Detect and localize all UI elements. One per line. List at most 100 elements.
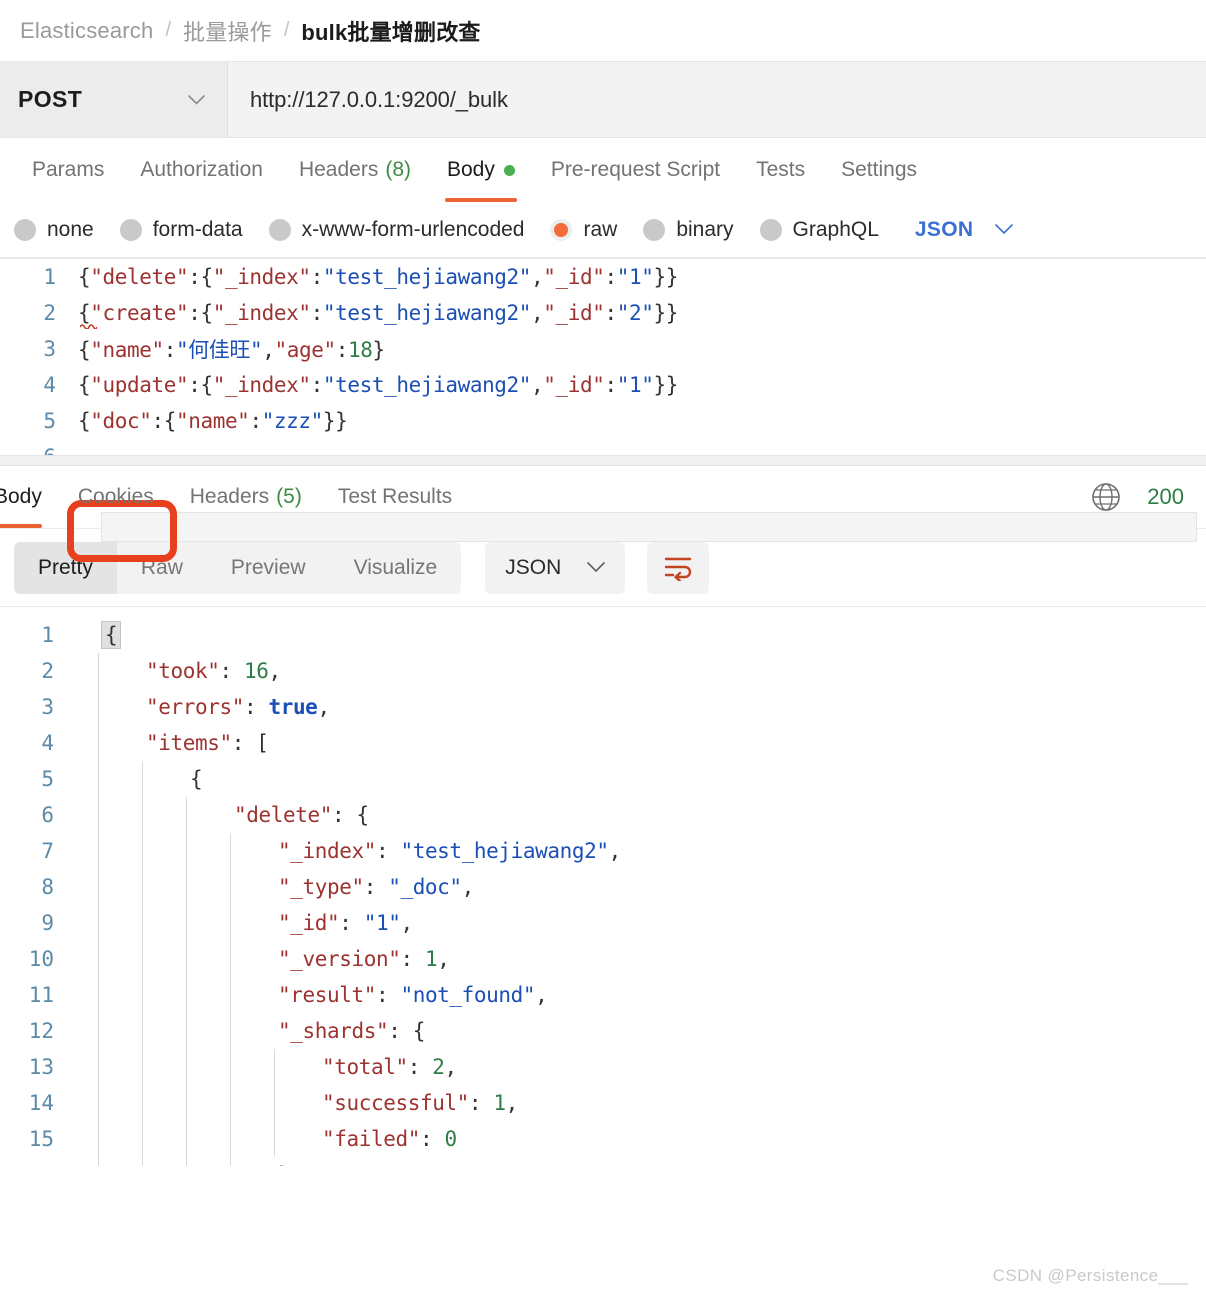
view-mode-pretty[interactable]: Pretty — [14, 541, 117, 594]
radio-binary-icon[interactable] — [643, 218, 666, 241]
code-token: : — [310, 373, 324, 397]
radio-form-data-icon[interactable] — [119, 218, 142, 241]
radio-urlencoded-icon[interactable] — [268, 218, 291, 241]
indent-guide — [142, 1157, 143, 1166]
line-number: 12 — [28, 1019, 54, 1043]
view-mode-preview[interactable]: Preview — [207, 542, 330, 594]
response-body-editor[interactable]: 1{2 "took": 16, 3 "errors": true, 4 "items": … — [0, 606, 1206, 1166]
http-method-selector[interactable]: POST — [0, 62, 228, 137]
response-code-line[interactable]: 2 "took": 16, — [0, 653, 1206, 689]
response-code-line[interactable]: 1{ — [0, 617, 1206, 653]
response-code-line[interactable]: 11 "result": "not_found", — [0, 977, 1206, 1013]
request-code-line[interactable]: 4 {"update":{"_index":"test_hejiawang2","… — [0, 367, 1206, 403]
response-code-line[interactable]: 13 "total": 2, — [0, 1049, 1206, 1085]
request-code-line[interactable]: 2 {"create":{"_index":"test_hejiawang2","… — [0, 295, 1206, 331]
code-token: { — [163, 409, 177, 433]
code-token: "_index" — [212, 301, 311, 325]
indent-guide — [186, 1121, 187, 1157]
breadcrumb-item-elasticsearch[interactable]: Elasticsearch — [20, 18, 153, 44]
response-tab-cookies[interactable]: Cookies — [60, 466, 172, 528]
response-tab-body[interactable]: Body — [0, 466, 60, 528]
breadcrumb-item-current: bulk批量增删改查 — [301, 19, 481, 45]
code-token: : — [604, 373, 618, 397]
code-token: , — [400, 911, 413, 935]
response-view-mode-group: Pretty Raw Preview Visualize — [14, 541, 462, 594]
indent-guide — [274, 1049, 275, 1085]
body-type-raw[interactable]: raw — [550, 218, 617, 242]
response-code-line[interactable]: 14 "successful": 1, — [0, 1085, 1206, 1121]
body-type-none[interactable]: none — [14, 218, 94, 242]
radio-raw-icon[interactable] — [550, 218, 573, 241]
code-text: "result": "not_found", — [278, 983, 548, 1007]
tab-pre-request-script[interactable]: Pre-request Script — [533, 138, 738, 202]
request-body-editor[interactable]: 1 {"delete":{"_index":"test_hejiawang2","… — [0, 258, 1206, 455]
request-format-selector[interactable]: JSON — [915, 218, 1014, 242]
url-input[interactable]: http://127.0.0.1:9200/_bulk — [228, 62, 1206, 137]
indent-guide — [274, 1085, 275, 1121]
tab-settings[interactable]: Settings — [823, 138, 935, 202]
indent-guide — [186, 1049, 187, 1085]
code-token: : — [400, 947, 425, 971]
response-code-line[interactable]: 9 "_id": "1", — [0, 905, 1206, 941]
code-token: "何佳旺" — [175, 338, 263, 362]
indent-guide — [230, 1013, 231, 1049]
line-number: 1 — [41, 623, 54, 647]
response-code-line[interactable]: 7 "_index": "test_hejiawang2", — [0, 833, 1206, 869]
response-code-line[interactable]: 12 "_shards": { — [0, 1013, 1206, 1049]
response-format-selector[interactable]: JSON — [485, 541, 626, 594]
code-token: }} — [653, 301, 679, 325]
response-code-line[interactable]: 16}, — [0, 1157, 1206, 1166]
response-code-line[interactable]: 15 "failed": 0 — [0, 1121, 1206, 1157]
code-token: "name" — [90, 338, 164, 362]
code-token: "1" — [363, 911, 401, 935]
body-type-urlencoded[interactable]: x-www-form-urlencoded — [268, 218, 524, 242]
tab-params[interactable]: Params — [14, 138, 122, 202]
indent-guide — [142, 1085, 143, 1121]
radio-none-icon[interactable] — [14, 218, 36, 241]
code-token: }} — [322, 409, 348, 433]
tab-authorization[interactable]: Authorization — [122, 138, 281, 202]
code-token: : — [163, 338, 177, 362]
code-token: "_shards" — [278, 1019, 389, 1043]
request-code-line[interactable]: 1 {"delete":{"_index":"test_hejiawang2","… — [0, 259, 1206, 295]
request-code-line[interactable]: 5 {"doc":{"name":"zzz"}} — [0, 403, 1206, 439]
request-code-line[interactable]: 6 — [0, 439, 1206, 455]
response-code-line[interactable]: 5{ — [0, 761, 1206, 797]
response-code-line[interactable]: 6 "delete": { — [0, 797, 1206, 833]
indent-guide — [98, 1049, 99, 1085]
breadcrumb-separator: / — [165, 19, 171, 41]
code-token: : — [604, 265, 618, 289]
breadcrumb-item-bulk-ops[interactable]: 批量操作 — [183, 15, 272, 47]
response-tab-headers[interactable]: Headers (5) — [172, 466, 320, 528]
response-code-line[interactable]: 4 "items": [ — [0, 725, 1206, 761]
radio-graphql-icon[interactable] — [759, 218, 782, 241]
request-url-bar: POST http://127.0.0.1:9200/_bulk — [0, 62, 1206, 138]
body-type-graphql[interactable]: GraphQL — [759, 218, 879, 242]
code-token: 18 — [347, 338, 373, 362]
tab-body[interactable]: Body — [429, 138, 533, 202]
tab-tests[interactable]: Tests — [738, 138, 823, 202]
wrap-lines-button[interactable] — [647, 541, 710, 594]
body-type-binary[interactable]: binary — [643, 218, 734, 242]
tab-headers[interactable]: Headers (8) — [281, 138, 429, 202]
code-text: "took": 16, — [146, 659, 281, 683]
response-code-line[interactable]: 8 "_type": "_doc", — [0, 869, 1206, 905]
line-number: 4 — [41, 731, 54, 755]
body-type-form-data[interactable]: form-data — [119, 218, 243, 242]
code-token: "failed" — [322, 1127, 420, 1151]
response-code-line[interactable]: 3 "errors": true, — [0, 689, 1206, 725]
view-mode-raw[interactable]: Raw — [117, 542, 207, 594]
response-code-line[interactable]: 10 "_version": 1, — [0, 941, 1206, 977]
line-number: 2 — [43, 301, 56, 325]
view-mode-visualize[interactable]: Visualize — [330, 542, 462, 594]
code-token: { — [78, 409, 91, 433]
indent-guide — [186, 797, 187, 833]
code-text: {"delete":{"_index":"test_hejiawang2","_… — [78, 265, 678, 289]
editor-scrollbar-track[interactable] — [0, 456, 1206, 465]
line-number: 16 — [0, 1163, 82, 1166]
code-text: { — [100, 621, 122, 649]
wrap-text-icon — [665, 557, 692, 581]
response-tab-test-results[interactable]: Test Results — [320, 466, 470, 528]
request-code-line[interactable]: 3 {"name":"何佳旺","age":18} — [0, 331, 1206, 367]
view-mode-preview-label: Preview — [230, 555, 306, 579]
